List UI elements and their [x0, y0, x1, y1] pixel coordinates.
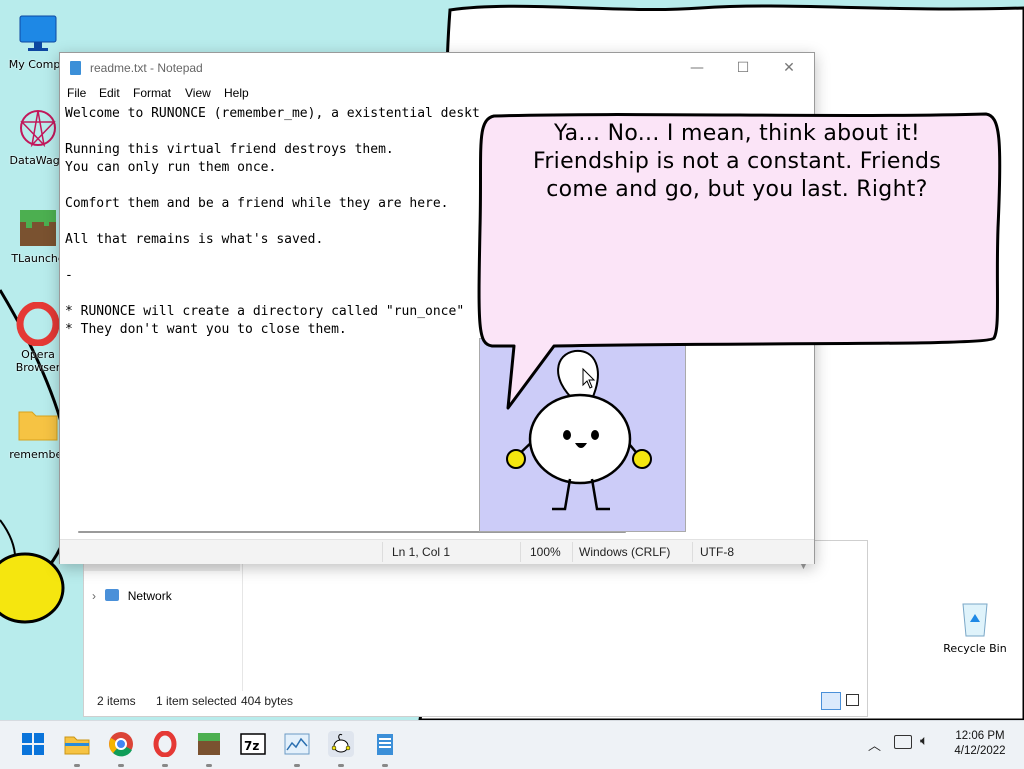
chart-app-icon[interactable]	[284, 731, 310, 757]
grass-block-icon	[16, 206, 60, 250]
line-ending: Windows (CRLF)	[579, 545, 671, 559]
bubble-line: come and go, but you last. Right?	[546, 177, 928, 202]
minecraft-icon[interactable]	[196, 731, 222, 757]
menu-view[interactable]: View	[185, 86, 211, 100]
desktop-icon-label: Recycle Bin	[943, 642, 1007, 655]
status-size: 404 bytes	[241, 694, 294, 708]
nav-item-network[interactable]: › Network	[92, 589, 172, 603]
datawagon-icon	[16, 108, 60, 152]
runonce-icon[interactable]	[328, 731, 354, 757]
notepad-icon[interactable]	[372, 731, 398, 757]
clock-date: 4/12/2022	[954, 745, 1006, 757]
explorer-status-bar: 2 items 1 item selected 404 bytes	[84, 686, 867, 716]
close-button[interactable]: ✕	[766, 53, 812, 83]
monitor-icon	[16, 12, 60, 56]
running-indicator	[338, 764, 344, 767]
file-explorer-icon[interactable]	[64, 731, 90, 757]
notepad-menu-bar: File Edit Format View Help	[60, 83, 814, 103]
menu-format[interactable]: Format	[133, 86, 171, 100]
status-selected: 1 item selected	[156, 694, 237, 708]
volume-icon[interactable]: 🔈︎	[920, 733, 928, 749]
running-indicator	[162, 764, 168, 767]
minimize-button[interactable]: —	[674, 53, 720, 83]
maximize-button[interactable]: ☐	[720, 53, 766, 83]
running-indicator	[206, 764, 212, 767]
7zip-icon[interactable]: 7z	[240, 731, 266, 757]
chevron-up-icon[interactable]: ︿	[868, 735, 881, 754]
taskbar: 7z ︿ 🔈︎ 12:06 PM 4/12/2022	[0, 720, 1024, 769]
running-indicator	[118, 764, 124, 767]
opera-icon[interactable]	[152, 730, 178, 758]
details-view-icon[interactable]	[821, 692, 841, 710]
cursor-position: Ln 1, Col 1	[392, 545, 451, 559]
tiles-view-icon[interactable]	[846, 694, 859, 706]
folder-icon	[16, 402, 60, 446]
horizontal-scrollbar[interactable]	[60, 527, 798, 537]
menu-file[interactable]: File	[67, 86, 86, 100]
status-divider	[520, 542, 521, 562]
window-title: readme.txt - Notepad	[90, 61, 203, 75]
clock[interactable]: 12:06 PM 4/12/2022	[945, 729, 1015, 759]
network-icon	[105, 589, 120, 601]
running-indicator	[382, 764, 388, 767]
status-divider	[382, 542, 383, 562]
desktop-icon-recycle-bin[interactable]: Recycle Bin	[937, 596, 1013, 655]
chevron-right-icon[interactable]: ›	[92, 589, 96, 603]
status-divider	[692, 542, 693, 562]
chrome-icon[interactable]	[108, 731, 134, 757]
status-item-count: 2 items	[97, 694, 136, 708]
bubble-line: Ya... No... I mean, think about it!	[553, 121, 921, 146]
start-icon[interactable]	[20, 731, 46, 757]
speech-bubble-text: Ya... No... I mean, think about it! Frie…	[492, 120, 982, 204]
recycle-bin-icon	[953, 596, 997, 640]
notepad-status-bar: Ln 1, Col 1 100% Windows (CRLF) UTF-8	[60, 539, 814, 564]
nav-item-label: Network	[127, 589, 172, 603]
clock-time: 12:06 PM	[955, 730, 1005, 742]
notepad-title-bar[interactable]: readme.txt - Notepad — ☐ ✕	[60, 53, 814, 83]
status-divider	[572, 542, 573, 562]
network-status-icon[interactable]	[894, 735, 912, 749]
bubble-line: Friendship is not a constant. Friends	[532, 149, 942, 174]
menu-edit[interactable]: Edit	[99, 86, 120, 100]
zoom-level: 100%	[530, 545, 561, 559]
svg-text:7z: 7z	[244, 739, 259, 753]
encoding: UTF-8	[700, 545, 734, 559]
menu-help[interactable]: Help	[224, 86, 249, 100]
notepad-icon	[70, 61, 81, 75]
running-indicator	[74, 764, 80, 767]
running-indicator	[294, 764, 300, 767]
opera-icon	[16, 301, 60, 347]
